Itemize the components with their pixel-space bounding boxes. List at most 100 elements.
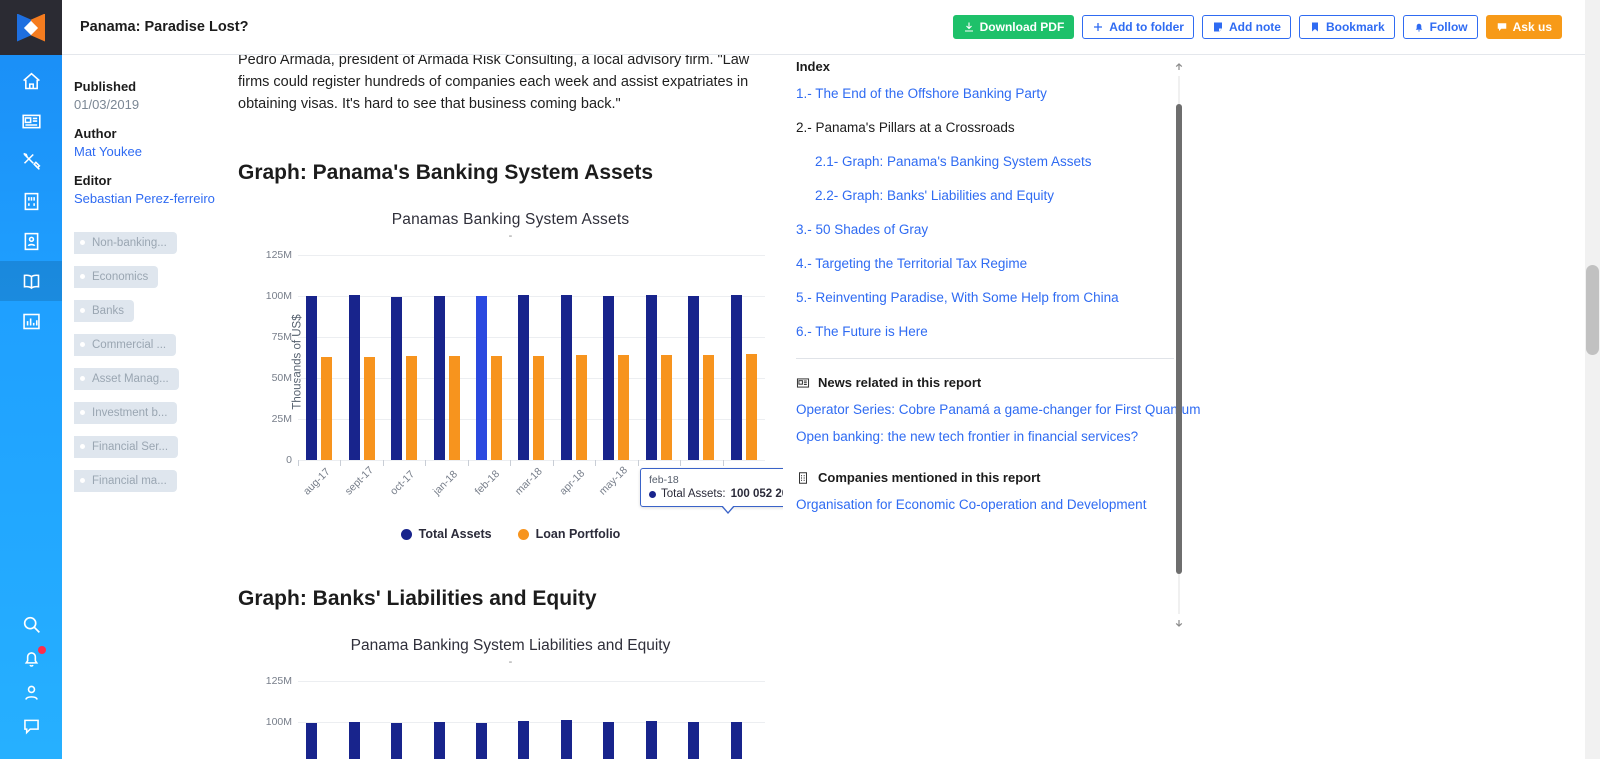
rail-item-reports[interactable] [0,261,62,301]
chart-bar[interactable] [518,295,530,461]
scroll-down-button[interactable] [1172,616,1186,630]
tag-chip[interactable]: Asset Manag... [74,368,179,390]
chart-bar-group[interactable] [552,255,595,467]
follow-button[interactable]: Follow [1402,15,1478,39]
rail-item-search[interactable] [0,607,62,641]
tag-chip[interactable]: Financial ma... [74,470,177,492]
scroll-up-button[interactable] [1172,60,1186,74]
chart-bar[interactable] [560,720,572,759]
chart-bar[interactable] [448,355,460,461]
chart-liabilities-and-equity: Panama Banking System Liabilities and Eq… [238,637,783,759]
rail-item-analytics[interactable] [0,301,62,341]
tag-chip[interactable]: Commercial ... [74,334,177,356]
chart-x-tick-mark [637,460,639,467]
chart-bar-group[interactable] [510,681,552,759]
chart-bar-group[interactable] [680,681,722,759]
chart-bar[interactable] [730,295,742,461]
tag-chip[interactable]: Investment b... [74,402,178,424]
tag-chip[interactable]: Banks [74,300,134,322]
chart-bar[interactable] [575,355,587,461]
chart-bar[interactable] [491,356,503,461]
note-icon [1213,22,1222,32]
chart-x-tick: oct-17 [388,468,418,498]
rail-item-companies[interactable] [0,181,62,221]
rail-item-home[interactable] [0,61,62,101]
chart-bar-group[interactable] [467,255,510,467]
chart-bar[interactable] [433,295,445,461]
chart-bar[interactable] [391,296,403,461]
chart-bar-group[interactable] [340,255,382,467]
index-item-2-1[interactable]: 2.1- Graph: Panama's Banking System Asse… [815,154,1560,169]
brand-logo[interactable] [0,0,62,55]
tag-chip[interactable]: Economics [74,266,159,288]
building-icon [799,471,807,484]
chart-bar-group[interactable] [638,681,680,759]
chart-bar[interactable] [603,722,615,759]
chart-bar[interactable] [476,722,488,759]
page-scrollbar[interactable] [1585,0,1600,759]
chart-bar[interactable] [348,295,360,461]
chart-bar[interactable] [660,354,672,461]
chart-bar[interactable] [703,354,715,461]
download-pdf-button[interactable]: Download PDF [952,15,1075,39]
chart-bar-group[interactable] [425,255,467,467]
bookmark-icon [1311,22,1318,32]
bookmark-button[interactable]: Bookmark [1298,15,1395,39]
chart-bar-group[interactable] [382,255,425,467]
chart-bar-group[interactable] [595,681,637,759]
chart-bar[interactable] [688,296,700,461]
rail-item-notifications[interactable] [0,641,62,675]
tag-label: Non-banking... [92,237,167,249]
chart-bar-group[interactable] [510,255,552,467]
rail-item-news[interactable] [0,101,62,141]
add-note-button[interactable]: Add note [1201,15,1291,39]
ask-us-button[interactable]: Ask us [1485,15,1562,39]
chart-bar[interactable] [645,295,657,461]
author-link[interactable]: Mat Youkee [74,144,226,159]
chart-bar-group[interactable] [298,681,340,759]
chart-bar[interactable] [688,722,700,759]
chart-bar-group[interactable] [723,681,765,759]
rail-item-tools[interactable] [0,141,62,181]
chart-bar[interactable] [391,722,403,759]
add-to-folder-button[interactable]: Add to folder [1082,15,1194,39]
chart-bar-group[interactable] [637,255,680,467]
chart-bar-group[interactable] [383,681,425,759]
chart-bar[interactable] [745,354,757,461]
chart-bar[interactable] [618,355,630,461]
chart-bar-group[interactable] [468,681,510,759]
left-rail [0,0,62,759]
tag-chip[interactable]: Non-banking... [74,232,177,254]
chart-bar[interactable] [560,295,572,461]
chart-bar[interactable] [306,296,318,461]
chart-bar[interactable] [518,721,530,759]
chart-bar-group[interactable] [340,681,382,759]
chart-bar[interactable] [730,721,742,759]
rail-item-profiles[interactable] [0,221,62,261]
chart-bar-group[interactable] [298,255,340,467]
chart-bar[interactable] [363,356,375,461]
chart2-subtitle: - [508,656,513,669]
chart-bar[interactable] [476,296,488,461]
rail-item-chat[interactable] [0,709,62,743]
chart-bar[interactable] [306,722,318,759]
chart-bar-group[interactable] [680,255,722,467]
chart-bar[interactable] [348,721,360,759]
chart-bar[interactable] [603,296,615,461]
tag-chip[interactable]: Financial Ser... [74,436,179,458]
chart-bar[interactable] [433,721,445,759]
panel-scrollbar[interactable] [1172,60,1186,630]
index-item-2-2[interactable]: 2.2- Graph: Banks' Liabilities and Equit… [815,188,1560,203]
chart-bar-group[interactable] [722,255,765,467]
chart-bar-group[interactable] [553,681,595,759]
chart-bar[interactable] [645,721,657,759]
chart-bar[interactable] [406,355,418,461]
chart-bar[interactable] [321,357,333,461]
rail-item-account[interactable] [0,675,62,709]
editor-link[interactable]: Sebastian Perez-ferreiro [74,191,226,206]
chart-bar-group[interactable] [425,681,467,759]
page-scrollbar-thumb[interactable] [1586,265,1599,355]
chart-bar[interactable] [533,355,545,461]
chart-bar-group[interactable] [595,255,637,467]
scrollbar-thumb[interactable] [1176,104,1182,574]
